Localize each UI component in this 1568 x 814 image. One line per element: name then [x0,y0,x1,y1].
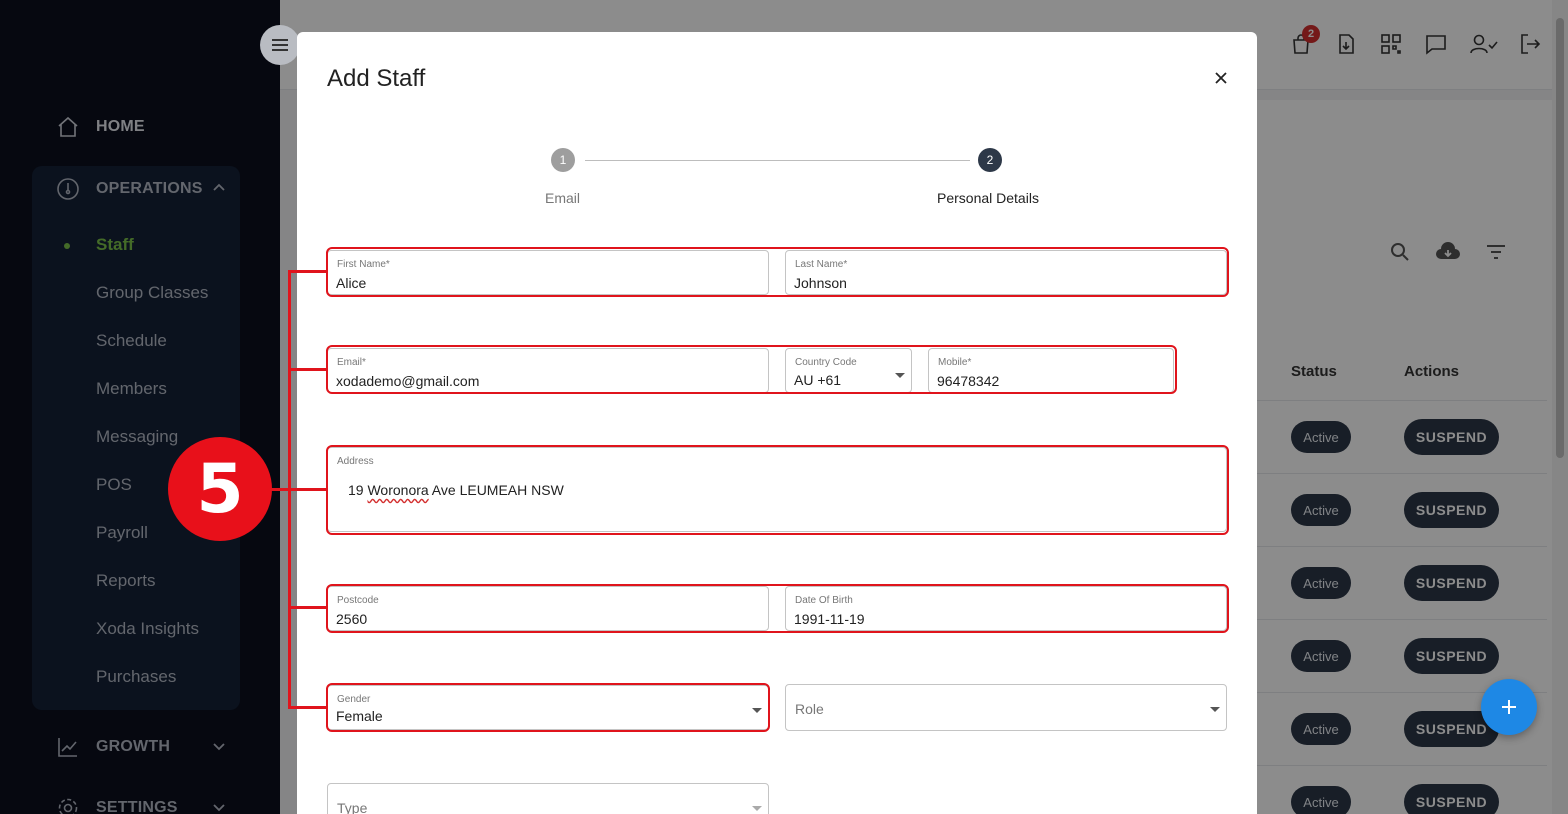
dropdown-caret-icon [752,806,762,811]
stepper-connector [585,160,970,161]
gender-select[interactable]: Gender Female [327,685,769,730]
date-of-birth-value: 1991-11-19 [794,611,865,627]
mobile-value: 96478342 [937,373,1000,389]
date-of-birth-label: Date Of Birth [795,595,853,606]
last-name-value: Johnson [794,275,847,291]
modal-title: Add Staff [327,65,426,92]
type-select[interactable]: Type [327,783,769,814]
dropdown-caret-icon [895,373,905,378]
last-name-label: Last Name [795,259,844,270]
mobile-field[interactable]: Mobile* 96478342 [928,348,1174,393]
annotation-bracket-tick [288,706,328,709]
type-placeholder: Type [337,800,368,814]
postcode-field[interactable]: Postcode 2560 [327,586,769,631]
step-2-label: Personal Details [937,190,1039,206]
date-of-birth-field[interactable]: Date Of Birth 1991-11-19 [785,586,1227,631]
step-1-circle[interactable]: 1 [551,148,575,172]
country-code-label: Country Code [795,357,857,368]
dropdown-caret-icon [1210,707,1220,712]
address-label: Address [337,456,374,467]
add-staff-modal: Add Staff 1 Email 2 Personal Details Fir… [297,32,1257,814]
required-mark: * [843,259,848,270]
required-mark: * [385,259,390,270]
postcode-value: 2560 [336,611,368,627]
email-field[interactable]: Email* xodademo@gmail.com [327,348,769,393]
required-mark: * [362,357,366,368]
gender-label: Gender [337,694,371,705]
mobile-label: Mobile [938,357,968,368]
gender-value: Female [336,708,383,724]
close-icon [1215,72,1227,84]
role-select[interactable]: Role [785,684,1227,731]
address-value: 19 Woronora Ave LEUMEAH NSW [348,482,564,498]
country-code-select[interactable]: Country Code AU +61 [785,348,912,393]
hamburger-icon [272,39,288,51]
address-field[interactable]: Address 19 Woronora Ave LEUMEAH NSW [327,447,1227,532]
annotation-bracket-tick [288,270,328,273]
email-value: xodademo@gmail.com [336,373,480,389]
required-mark: * [967,357,972,368]
role-placeholder: Role [795,701,824,717]
annotation-bracket-tick [288,368,328,371]
first-name-field[interactable]: First Name* Alice [327,250,769,295]
address-misspelled-word: Woronora [367,482,429,498]
dropdown-caret-icon [752,708,762,713]
add-staff-fab[interactable] [1481,679,1537,735]
first-name-label: First Name [337,259,386,270]
menu-toggle-button[interactable] [260,25,300,65]
step-2-circle[interactable]: 2 [978,148,1002,172]
annotation-bracket-tick [288,606,328,609]
address-value-part: Ave LEUMEAH NSW [428,482,564,498]
country-code-value: AU +61 [794,372,842,388]
postcode-label: Postcode [337,595,379,606]
address-value-part: 19 [348,482,368,498]
email-label: Email [337,357,363,368]
plus-icon [1502,700,1516,714]
close-button[interactable] [1209,66,1233,90]
last-name-field[interactable]: Last Name* Johnson [785,250,1227,295]
step-1-label: Email [545,190,581,206]
first-name-value: Alice [336,275,367,291]
annotation-step-badge: 5 [168,437,272,541]
